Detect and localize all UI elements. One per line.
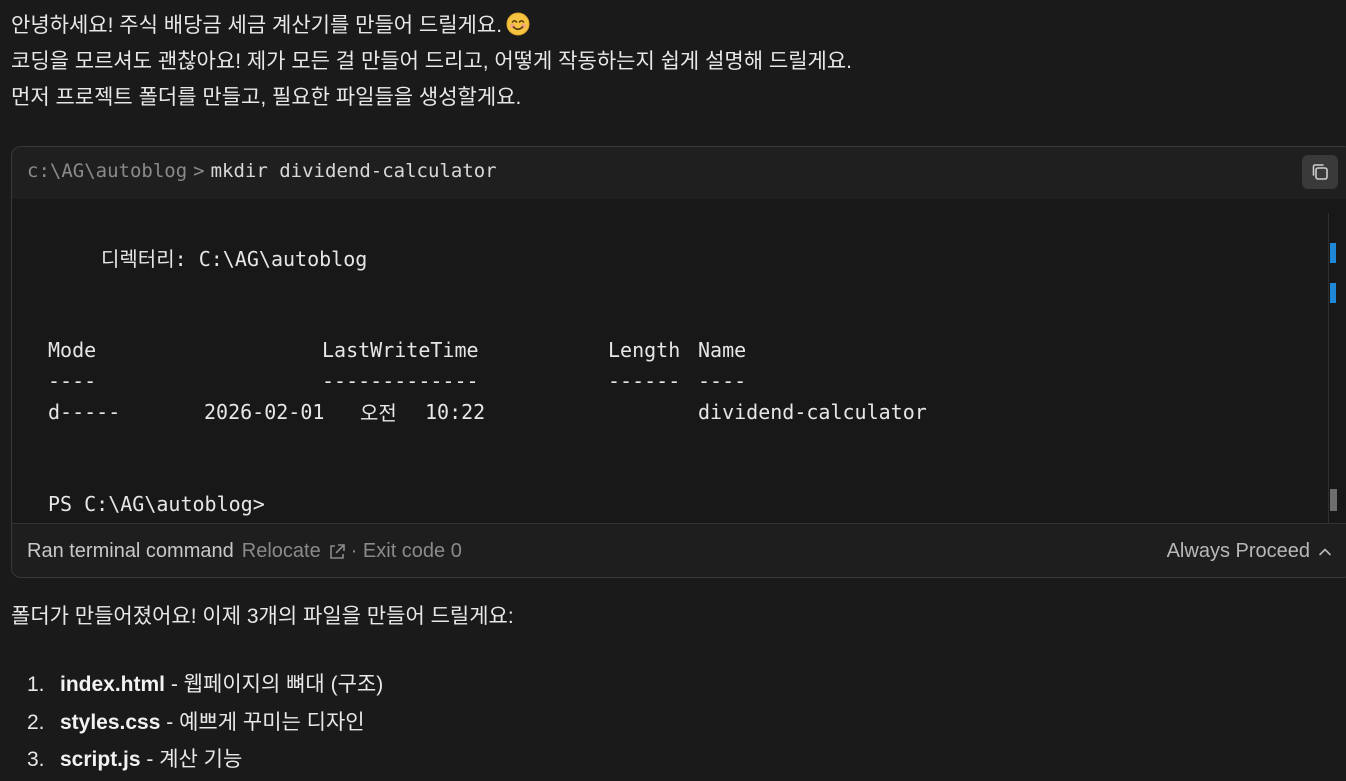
list-number: 2.	[27, 710, 45, 734]
file-description: - 웹페이지의 뼈대 (구조)	[165, 673, 384, 696]
command-separator: >	[193, 160, 205, 182]
command-cwd: c:\AG\autoblog	[27, 160, 188, 182]
relocate-link[interactable]: Relocate	[242, 540, 321, 563]
chevron-up-icon	[1319, 548, 1331, 555]
underline-lastwritetime: -------------	[322, 369, 479, 393]
header-name: Name	[698, 338, 747, 362]
copy-button[interactable]	[1302, 155, 1338, 189]
list-item: 1. index.html - 웹페이지의 뼈대 (구조)	[27, 666, 383, 704]
file-list: 1. index.html - 웹페이지의 뼈대 (구조) 2. styles.cs…	[27, 666, 383, 779]
row-ampm: 오전	[360, 401, 397, 425]
terminal-command-header: c:\AG\autoblog > mkdir dividend-calculator	[12, 147, 1346, 199]
scrollbar-thumb[interactable]	[1330, 489, 1337, 511]
underline-mode: ----	[48, 369, 97, 393]
header-divider	[12, 199, 1346, 213]
file-name: styles.css	[60, 710, 161, 734]
terminal-scrollbar[interactable]	[1328, 213, 1346, 523]
smiling-face-emoji-icon	[506, 12, 530, 36]
terminal-prompt: PS C:\AG\autoblog>	[48, 492, 265, 516]
row-mode: d-----	[48, 400, 121, 424]
file-description: - 예쁘게 꾸미는 디자인	[160, 710, 365, 734]
underline-name: ----	[698, 369, 747, 393]
always-proceed-button[interactable]: Always Proceed	[1167, 540, 1332, 563]
directory-path: C:\AG\autoblog	[198, 247, 368, 271]
always-proceed-label: Always Proceed	[1166, 540, 1310, 562]
row-time: 10:22	[425, 400, 486, 424]
list-item: 3. script.js - 계산 기능	[27, 741, 383, 779]
row-name: dividend-calculator	[698, 400, 927, 424]
intro-line-3: 먼저 프로젝트 폴더를 만들고, 필요한 파일들을 생성할게요.	[11, 86, 522, 109]
command-line: c:\AG\autoblog > mkdir dividend-calculator	[27, 160, 497, 182]
intro-message: 안녕하세요! 주식 배당금 세금 계산기를 만들어 드릴게요. 코딩을 모르셔도…	[11, 8, 852, 116]
terminal-output[interactable]: 디렉터리: C:\AG\autoblog Mode LastWriteTime …	[12, 213, 1328, 523]
header-mode: Mode	[48, 338, 97, 362]
file-description: - 계산 기능	[140, 748, 243, 771]
file-name: script.js	[60, 748, 141, 771]
list-number: 1.	[27, 673, 45, 696]
terminal-command-card: c:\AG\autoblog > mkdir dividend-calculator…	[11, 146, 1346, 578]
terminal-footer: Ran terminal command Relocate · Exit cod…	[12, 523, 1346, 577]
header-lastwritetime: LastWriteTime	[322, 338, 479, 362]
directory-label: 디렉터리:	[101, 247, 187, 271]
directory-line: 디렉터리: C:\AG\autoblog	[101, 243, 367, 272]
folder-created-message: 폴더가 만들어졌어요! 이제 3개의 파일을 만들어 드릴게요:	[11, 605, 514, 628]
intro-line-2: 코딩을 모르셔도 괜찮아요! 제가 모든 걸 만들어 드리고, 어떻게 작동하는…	[11, 50, 852, 73]
list-number: 3.	[27, 748, 45, 771]
scrollbar-marker	[1330, 283, 1336, 303]
underline-length: ------	[608, 369, 681, 393]
intro-line-1: 안녕하세요! 주식 배당금 세금 계산기를 만들어 드릴게요.	[11, 8, 852, 44]
footer-status: Ran terminal command Relocate · Exit cod…	[27, 540, 462, 563]
command-text: mkdir dividend-calculator	[210, 160, 497, 182]
row-date: 2026-02-01	[204, 400, 325, 424]
header-length: Length	[608, 338, 681, 362]
scrollbar-marker	[1330, 243, 1336, 263]
file-name: index.html	[60, 673, 166, 696]
ran-command-label: Ran terminal command	[27, 540, 234, 562]
exit-code-label: · Exit code 0	[350, 540, 462, 562]
list-item: 2. styles.css - 예쁘게 꾸미는 디자인	[27, 704, 383, 742]
external-link-icon[interactable]	[327, 542, 347, 562]
copy-icon	[1312, 164, 1328, 180]
